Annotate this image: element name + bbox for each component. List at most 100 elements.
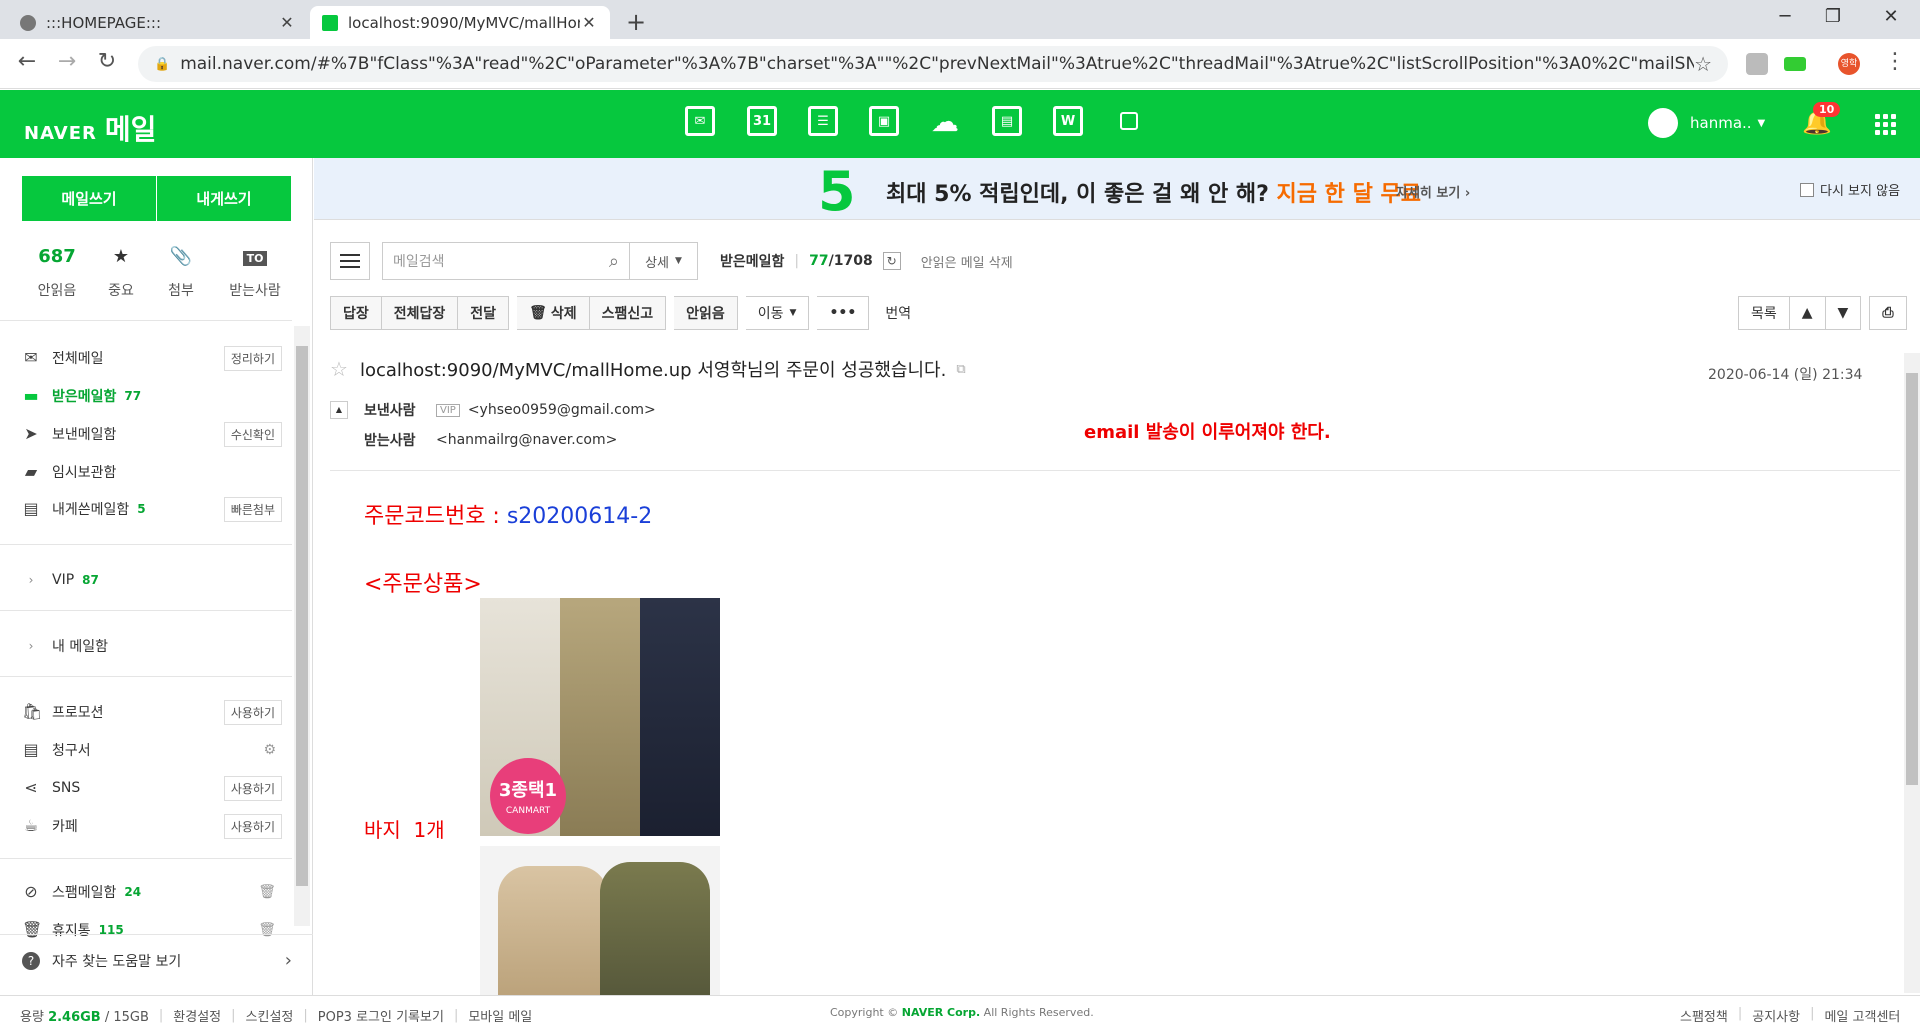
read-receipt-button[interactable]: 수신확인 xyxy=(223,422,282,447)
organize-button[interactable]: 정리하기 xyxy=(223,346,282,371)
mark-unread-button[interactable]: 안읽음 xyxy=(674,296,738,330)
forward-arrow-icon[interactable]: → xyxy=(52,49,82,74)
skin-settings-link[interactable]: 스킨설정 xyxy=(246,1006,294,1025)
write-to-me-button[interactable]: 내게쓰기 xyxy=(157,176,291,221)
forward-button[interactable]: 전달 xyxy=(458,296,510,330)
spam-policy-link[interactable]: 스팸정책 xyxy=(1680,1006,1728,1025)
gear-icon[interactable]: ⚙ xyxy=(263,742,276,758)
sidebar-item-my-mailbox[interactable]: › 내 메일함 xyxy=(22,634,282,658)
tab-homepage[interactable]: :::HOMEPAGE::: ✕ xyxy=(8,6,308,39)
trash-icon[interactable]: 🗑 xyxy=(258,884,276,900)
mail-app-icon[interactable]: ✉ xyxy=(683,104,717,138)
sidebar-item-bills[interactable]: ▤ 청구서 ⚙ xyxy=(22,738,282,762)
url-bar[interactable]: 🔒 mail.naver.com/#%7B"fClass"%3A"read"%2… xyxy=(138,46,1728,82)
to-address[interactable]: <hanmailrg@naver.com> xyxy=(436,432,617,448)
back-arrow-icon[interactable]: ← xyxy=(12,49,42,74)
cloud-app-icon[interactable]: ☁ xyxy=(928,104,962,138)
next-mail-icon[interactable]: ▼ xyxy=(1825,296,1862,330)
window-close-icon[interactable]: ✕ xyxy=(1876,6,1906,27)
extension-green-icon[interactable] xyxy=(1784,57,1806,71)
apps-grid-icon[interactable] xyxy=(1875,114,1896,135)
popout-icon[interactable]: ⧉ xyxy=(956,362,965,377)
sidebar-item-spam[interactable]: ⊘ 스팸메일함 24 🗑 xyxy=(22,880,282,904)
memo-app-icon[interactable]: ▤ xyxy=(990,104,1024,138)
mobile-mail-link[interactable]: 모바일 메일 xyxy=(468,1006,532,1025)
sidebar-item-to-me[interactable]: ▤ 내게쓴메일함 5 빠른첨부 xyxy=(22,497,282,522)
maximize-icon[interactable]: ❐ xyxy=(1818,6,1848,27)
sidebar-item-sns[interactable]: ⋖ SNS 사용하기 xyxy=(22,776,282,801)
menu-hamburger-icon[interactable] xyxy=(330,242,370,280)
print-icon[interactable]: ⎙ xyxy=(1869,296,1907,330)
prev-mail-icon[interactable]: ▲ xyxy=(1789,296,1826,330)
profile-avatar[interactable]: 영학 xyxy=(1838,53,1860,75)
browser-menu-icon[interactable]: ⋮ xyxy=(1880,49,1910,74)
sidebar-scrollbar[interactable] xyxy=(294,326,310,926)
notice-link[interactable]: 공지사항 xyxy=(1752,1006,1800,1025)
delete-unread-link[interactable]: 안읽은 메일 삭제 xyxy=(921,252,1013,271)
sidebar-item-inbox[interactable]: ▬ 받은메일함 77 xyxy=(22,384,282,408)
address-book-app-icon[interactable]: ▣ xyxy=(867,104,901,138)
vip-badge[interactable]: VIP xyxy=(436,403,460,417)
reply-button[interactable]: 답장 xyxy=(330,296,382,330)
refresh-icon[interactable]: ↻ xyxy=(882,252,901,270)
scrollbar-thumb[interactable] xyxy=(296,346,308,886)
promo-more-link[interactable]: 자세히 보기 › xyxy=(1396,182,1470,201)
collapse-icon[interactable]: ▲ xyxy=(330,401,348,419)
quick-unread[interactable]: 687 안읽음 xyxy=(22,246,92,300)
shopping-bag-icon: 🛍 xyxy=(22,702,43,721)
list-button[interactable]: 목록 xyxy=(1738,296,1790,330)
search-icon[interactable]: ⌕ xyxy=(609,251,619,272)
mail-scrollbar[interactable] xyxy=(1904,353,1920,993)
translate-button[interactable]: 번역 xyxy=(885,303,911,323)
sidebar-item-all-mail[interactable]: ✉ 전체메일 정리하기 xyxy=(22,346,282,371)
sidebar-item-drafts[interactable]: ▰ 임시보관함 xyxy=(22,460,282,484)
sidebar-item-trash[interactable]: 🗑 휴지통 115 🗑 xyxy=(22,918,282,942)
minimize-icon[interactable]: ─ xyxy=(1770,6,1800,27)
office-app-icon[interactable]: W xyxy=(1051,104,1085,138)
tab-mail[interactable]: localhost:9090/MyMVC/mallHome.up ✕ xyxy=(310,6,610,39)
spam-report-button[interactable]: 스팸신고 xyxy=(589,296,667,330)
use-button[interactable]: 사용하기 xyxy=(223,814,282,839)
use-button[interactable]: 사용하기 xyxy=(223,700,282,725)
use-button[interactable]: 사용하기 xyxy=(223,776,282,801)
checkbox[interactable] xyxy=(1800,182,1814,197)
calendar-app-icon[interactable]: 31 xyxy=(745,104,779,138)
bookmark-star-icon[interactable]: ☆ xyxy=(1694,52,1712,76)
close-icon[interactable]: ✕ xyxy=(580,13,598,32)
quick-attachment[interactable]: 📎 첨부 xyxy=(146,246,216,300)
move-dropdown[interactable]: 이동 ▼ xyxy=(745,296,810,330)
delete-button[interactable]: 🗑 삭제 xyxy=(517,296,590,330)
trash-icon[interactable]: 🗑 xyxy=(258,922,276,938)
sidebar-item-cafe[interactable]: ☕ 카페 사용하기 xyxy=(22,814,282,839)
quick-attach-button[interactable]: 빠른첨부 xyxy=(223,497,282,522)
quick-recipient[interactable]: TO 받는사람 xyxy=(220,246,290,300)
more-app-icon[interactable] xyxy=(1112,104,1146,138)
dont-show-checkbox[interactable]: 다시 보지 않음 xyxy=(1800,180,1900,199)
reload-icon[interactable]: ↻ xyxy=(92,49,122,74)
settings-link[interactable]: 환경설정 xyxy=(173,1006,221,1025)
promo-banner[interactable]: 5 최대 5% 적립인데, 이 좋은 걸 왜 안 해? 지금 한 달 무료 자세… xyxy=(314,158,1920,223)
paperclip-icon: 📎 xyxy=(169,246,193,267)
from-address[interactable]: <yhseo0959@gmail.com> xyxy=(468,402,656,418)
star-icon[interactable]: ☆ xyxy=(330,357,348,381)
pop3-log-link[interactable]: POP3 로그인 기록보기 xyxy=(318,1006,444,1025)
write-mail-button[interactable]: 메일쓰기 xyxy=(22,176,157,221)
sidebar-item-sent[interactable]: ➤ 보낸메일함 수신확인 xyxy=(22,422,282,447)
naver-mail-logo[interactable]: NAVER 메일 xyxy=(24,108,156,148)
user-menu[interactable]: hanma.. ▼ xyxy=(1648,108,1765,138)
new-tab-button[interactable]: + xyxy=(622,8,650,36)
scrollbar-thumb[interactable] xyxy=(1906,373,1918,785)
support-link[interactable]: 메일 고객센터 xyxy=(1824,1006,1900,1025)
lock-icon: 🔒 xyxy=(154,56,171,72)
help-link[interactable]: ? 자주 찾는 도움말 보기 › xyxy=(22,950,292,971)
sidebar-item-vip[interactable]: › VIP 87 xyxy=(22,568,282,592)
close-icon[interactable]: ✕ xyxy=(278,13,296,32)
more-button[interactable]: ••• xyxy=(817,296,870,330)
reply-all-button[interactable]: 전체답장 xyxy=(381,296,459,330)
contacts-list-app-icon[interactable]: ☰ xyxy=(806,104,840,138)
extension-icon[interactable] xyxy=(1746,53,1768,75)
trash-icon: 🗑 xyxy=(529,305,547,321)
detail-search-dropdown[interactable]: 상세 ▼ xyxy=(630,242,698,280)
search-input[interactable]: 메일검색 ⌕ xyxy=(382,242,630,280)
sidebar-item-promotion[interactable]: 🛍 프로모션 사용하기 xyxy=(22,700,282,725)
